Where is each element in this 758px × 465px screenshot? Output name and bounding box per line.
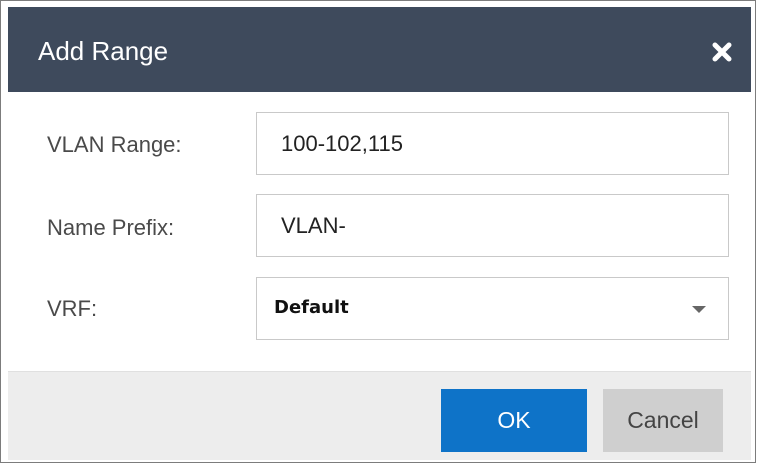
dialog-title: Add Range bbox=[38, 36, 169, 66]
cancel-button[interactable]: Cancel bbox=[603, 389, 723, 452]
vrf-selected-value: Default bbox=[274, 297, 349, 318]
ok-button[interactable]: OK bbox=[441, 389, 587, 452]
dialog-footer: OK Cancel bbox=[8, 371, 751, 460]
close-icon[interactable] bbox=[709, 39, 735, 65]
vrf-label: VRF: bbox=[47, 296, 98, 321]
add-range-dialog: Add Range VLAN Range: Name Prefix: VRF: … bbox=[0, 0, 756, 463]
vlan-range-input[interactable] bbox=[281, 113, 701, 174]
chevron-down-icon[interactable] bbox=[692, 306, 706, 313]
name-prefix-input[interactable] bbox=[281, 195, 701, 256]
vrf-select[interactable]: Default bbox=[256, 277, 729, 340]
dialog-titlebar: Add Range bbox=[8, 7, 751, 92]
name-prefix-label: Name Prefix: bbox=[47, 215, 175, 240]
name-prefix-field[interactable] bbox=[256, 194, 729, 257]
vlan-range-field[interactable] bbox=[256, 112, 729, 175]
vlan-range-label: VLAN Range: bbox=[47, 132, 182, 157]
